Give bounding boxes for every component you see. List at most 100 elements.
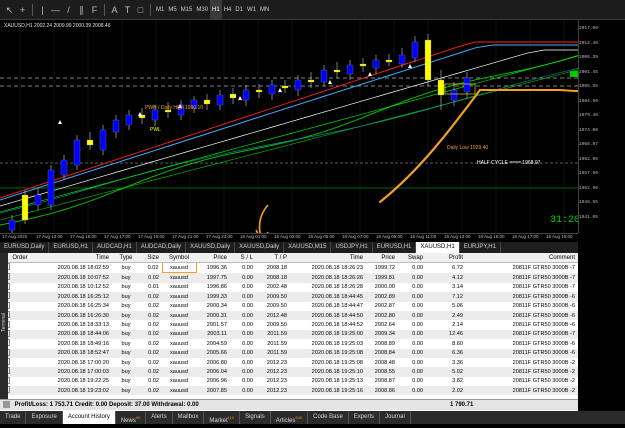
timeframe-w1[interactable]: W1 <box>245 0 258 20</box>
terminal-tab-exposure[interactable]: Exposure <box>26 411 63 424</box>
timeframe-mn[interactable]: MN <box>258 0 271 20</box>
table-row[interactable]: 2020.08.18 18:52:47 buy 0.02 xauusd 2005.66 0… <box>0 348 578 358</box>
cell-value: 2000.00 <box>374 284 395 291</box>
terminal-tab-account-history[interactable]: Account History <box>62 411 116 424</box>
timeframe-h4[interactable]: H4 <box>222 0 234 20</box>
timeframe-d1[interactable]: D1 <box>233 0 245 20</box>
cell-value: 2008.18 <box>266 274 287 281</box>
cell-value: 1999.72 <box>374 264 395 271</box>
table-cell: 2000.34 <box>196 302 230 311</box>
terminal-tab-market[interactable]: Market110 <box>204 411 241 424</box>
chart-canvas[interactable] <box>0 20 595 233</box>
price-label: 1995.35 <box>579 84 598 89</box>
table-row[interactable]: 2020.08.18 18:02:59 buy 0.02 xauusd 1996.36 0… <box>0 261 578 274</box>
cell-value: 6.36 <box>452 350 463 357</box>
table-row[interactable]: 2020.08.18 16:26:30 buy 0.02 xauusd 2000.31 0… <box>0 310 578 321</box>
column-header[interactable]: Profit <box>426 253 466 263</box>
column-header[interactable]: Price <box>196 253 230 263</box>
cell-value: 0.00 <box>242 284 253 291</box>
table-cell: 6.72 <box>426 263 466 273</box>
symbol-tab[interactable]: EURJPY,H1 <box>460 242 501 253</box>
table-cell: 2020.08.18 18:26:28 <box>290 283 366 292</box>
column-header[interactable]: T / P <box>256 253 290 263</box>
shapes-icon[interactable]: □ <box>134 0 147 20</box>
vertical-line-icon[interactable]: | <box>36 0 49 20</box>
timeframe-m5[interactable]: M5 <box>166 0 178 20</box>
symbol-tab[interactable]: EURUSD,H1 <box>373 242 417 253</box>
timeframe-h1[interactable]: H1 <box>210 0 222 20</box>
text-icon[interactable]: A <box>108 0 121 20</box>
table-cell: 0.00 <box>230 272 256 283</box>
symbol-tab[interactable]: EURUSD,Daily <box>0 242 50 253</box>
price-label: 2006.39 <box>579 55 598 60</box>
terminal-tab-experts[interactable]: Experts <box>349 411 381 424</box>
symbol-tab[interactable]: XAUUSD,H1 <box>416 242 460 253</box>
table-row[interactable]: 2020.08.18 17:00:20 buy 0.02 xauusd 2006.80 0… <box>0 358 578 367</box>
terminal-tab-trade[interactable]: Trade <box>0 411 27 424</box>
cell-value: 2020.08.18 17:00:20 <box>57 359 109 366</box>
cell-value: xauusd <box>169 368 189 375</box>
terminal-tab-code-base[interactable]: Code Base <box>308 411 349 424</box>
column-header[interactable]: Comment <box>466 253 578 263</box>
table-cell: 0.00 <box>398 367 426 377</box>
time-label: 18 Aug 17:00 <box>512 234 539 239</box>
symbol-tab[interactable]: XAUUSD,Daily <box>235 242 285 253</box>
table-row[interactable]: 2020.08.18 18:49:16 buy 0.02 xauusd 2004.59 0… <box>0 339 578 348</box>
column-header[interactable]: Size <box>140 253 162 263</box>
timeframe-m15[interactable]: M15 <box>179 0 195 20</box>
cell-value: xauusd <box>169 293 189 300</box>
horizontal-line-icon[interactable]: — <box>49 0 62 20</box>
table-row[interactable]: 2020.08.18 10:07:52 buy 0.02 xauusd 1997.75 0… <box>0 272 578 283</box>
terminal-tab-mailbox[interactable]: Mailbox <box>173 411 205 424</box>
summary-icon <box>3 400 10 408</box>
terminal-tab-journal[interactable]: Journal <box>380 411 411 424</box>
table-cell: 20811F GTR50 3000B -6 <box>466 339 578 348</box>
cell-value: 20811F GTR50 3000B -6 <box>512 322 575 329</box>
column-header[interactable]: Time <box>40 253 112 263</box>
time-label: 18 Aug 13:00 <box>444 234 471 239</box>
cell-value: 2008.55 <box>374 368 395 375</box>
candle-body <box>307 79 315 83</box>
column-header[interactable]: Price <box>366 253 398 263</box>
column-header[interactable]: Symbol <box>162 253 196 263</box>
terminal-vertical-tab[interactable]: Terminal <box>0 253 8 399</box>
symbol-tab[interactable]: AUDCAD,H1 <box>93 242 137 253</box>
table-row[interactable]: 2020.08.18 10:12:52 buy 0.01 xauusd 1996.86 0… <box>0 282 578 292</box>
table-row[interactable]: 2020.08.18 19:22:25 buy 0.02 xauusd 2006.96 0… <box>0 376 578 386</box>
table-row[interactable]: 2020.08.18 16:25:12 buy 0.02 xauusd 1999.33 0… <box>0 292 578 302</box>
table-cell: 20811F GTR50 3000B -6 <box>466 292 578 302</box>
terminal-tab-alerts[interactable]: Alerts <box>146 411 173 424</box>
price-chart[interactable]: XAUUSD,H1 2002.24 2009.99 2000.39 2008.4… <box>0 20 595 233</box>
column-header[interactable]: S / L <box>230 253 256 263</box>
cell-value: 0.00 <box>412 350 423 357</box>
table-row[interactable]: 2020.08.18 19:23:02 buy 0.02 xauusd 2007.85 0… <box>0 386 578 396</box>
terminal-tab-articles[interactable]: Articles540 <box>271 411 309 424</box>
symbol-tab[interactable]: EURUSD,H1 <box>49 242 94 253</box>
table-row[interactable]: 2020.08.18 18:44:06 buy 0.02 xauusd 2003.11 0… <box>0 329 578 340</box>
timeframe-m1[interactable]: M1 <box>154 0 166 20</box>
table-row[interactable]: 2020.08.18 17:00:03 buy 0.02 xauusd 2006.04 0… <box>0 367 578 377</box>
symbol-tab[interactable]: XAUUSD,Daily <box>186 242 236 253</box>
trendline-icon[interactable]: / <box>62 0 75 20</box>
channel-icon[interactable]: ∥ <box>75 0 88 20</box>
cell-value: 2012.48 <box>266 312 287 319</box>
label-icon[interactable]: T <box>121 0 134 20</box>
fibonacci-icon[interactable]: F <box>88 0 101 20</box>
table-row[interactable]: 2020.08.18 16:25:34 buy 0.02 xauusd 2000.34 0… <box>0 301 578 311</box>
column-header[interactable]: Time <box>290 253 366 263</box>
timeframe-m30[interactable]: M30 <box>194 0 210 20</box>
account-history-table: Order Time Type Size Symbol Price S / LT / P Ti… <box>0 253 578 396</box>
cell-value: 0.00 <box>412 284 423 291</box>
symbol-tab[interactable]: AUDCAD,Daily <box>137 242 187 253</box>
terminal-tab-signals[interactable]: Signals <box>240 411 271 424</box>
terminal-tab-news[interactable]: News99 <box>116 411 147 424</box>
cursor-icon[interactable]: ↖ <box>3 0 16 20</box>
symbol-tab[interactable]: USDJPY,H1 <box>331 242 373 253</box>
table-row[interactable]: 2020.08.18 18:33:13 buy 0.02 xauusd 2001.57 0… <box>0 320 578 329</box>
crosshair-icon[interactable]: + <box>16 0 29 20</box>
column-header[interactable]: Type <box>112 253 140 263</box>
table-cell: 2020.08.18 18:52:47 <box>40 348 112 358</box>
symbol-tab[interactable]: XAUUSD,M15 <box>284 242 332 253</box>
column-header[interactable]: Swap <box>398 253 426 263</box>
tab-badge: 99 <box>135 415 141 420</box>
